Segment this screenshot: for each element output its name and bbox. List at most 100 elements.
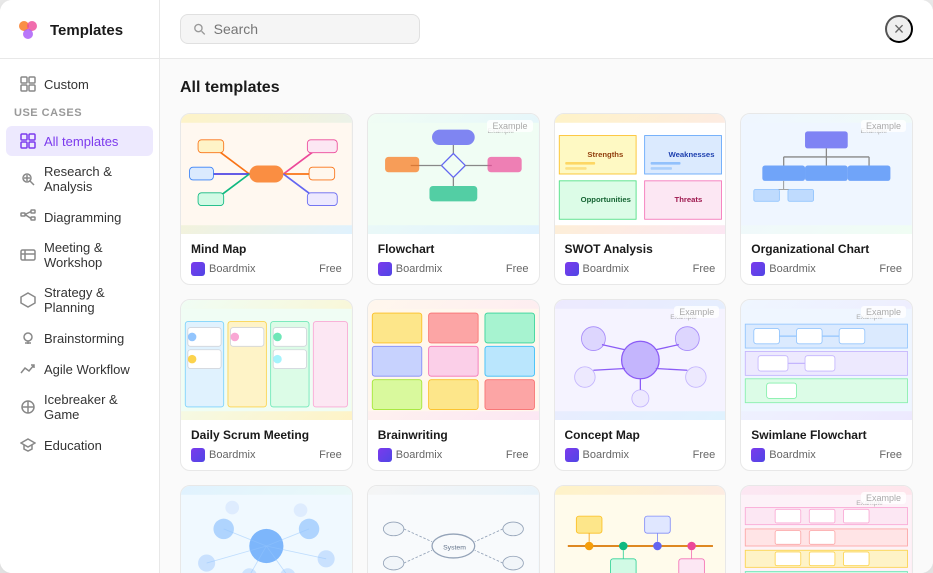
template-card-swot-analysis[interactable]: Strengths Weaknesses Opportunities Threa… bbox=[554, 113, 727, 285]
template-card-swimlane[interactable]: Example Example Swimlane Flowchart Board… bbox=[740, 299, 913, 471]
nav-icon-agile-workflow bbox=[20, 361, 36, 377]
card-name-swot-analysis: SWOT Analysis bbox=[565, 242, 716, 256]
boardmix-logo-icon-swot-analysis bbox=[565, 262, 579, 276]
app-logo-icon bbox=[14, 16, 42, 44]
card-name-swimlane: Swimlane Flowchart bbox=[751, 428, 902, 442]
nav-label-research-analysis: Research & Analysis bbox=[44, 164, 139, 194]
sidebar-item-strategy-planning[interactable]: Strategy & Planning bbox=[6, 278, 153, 322]
sidebar-item-research-analysis[interactable]: Research & Analysis bbox=[6, 157, 153, 201]
provider-name-swimlane: Boardmix bbox=[769, 449, 815, 461]
sidebar-header: Templates bbox=[0, 16, 159, 59]
nav-icon-research-analysis bbox=[20, 171, 36, 187]
card-meta-swimlane: Boardmix Free bbox=[751, 448, 902, 462]
svg-text:Weaknesses: Weaknesses bbox=[668, 150, 714, 159]
card-preview-daily-scrum bbox=[181, 300, 352, 420]
template-card-timeline[interactable]: Timeline Boardmix Free bbox=[554, 485, 727, 573]
nav-label-diagramming: Diagramming bbox=[44, 210, 121, 225]
card-meta-org-chart: Boardmix Free bbox=[751, 262, 902, 276]
sidebar-item-diagramming[interactable]: Diagramming bbox=[6, 202, 153, 232]
nav-items-list: All templates Research & Analysis Diagramm… bbox=[0, 125, 159, 461]
nav-label-meeting-workshop: Meeting & Workshop bbox=[44, 240, 139, 270]
sidebar-item-brainstorming[interactable]: Brainstorming bbox=[6, 323, 153, 353]
card-info-flowchart: Flowchart Boardmix Free bbox=[368, 234, 539, 284]
example-label-flowchart: Example bbox=[487, 120, 532, 132]
price-badge-daily-scrum: Free bbox=[319, 449, 342, 461]
provider-name-brainwriting: Boardmix bbox=[396, 449, 442, 461]
sidebar-item-agile-workflow[interactable]: Agile Workflow bbox=[6, 354, 153, 384]
nav-label-strategy-planning: Strategy & Planning bbox=[44, 285, 139, 315]
price-badge-swimlane: Free bbox=[879, 449, 902, 461]
price-badge-brainwriting: Free bbox=[506, 449, 529, 461]
templates-scroll-area[interactable]: All templates Mind Map bbox=[160, 59, 933, 573]
provider-name-mind-map: Boardmix bbox=[209, 263, 255, 275]
card-info-swimlane: Swimlane Flowchart Boardmix Free bbox=[741, 420, 912, 470]
search-input[interactable] bbox=[214, 21, 407, 37]
price-badge-concept-map: Free bbox=[693, 449, 716, 461]
svg-text:Strengths: Strengths bbox=[587, 150, 623, 159]
provider-name-daily-scrum: Boardmix bbox=[209, 449, 255, 461]
provider-badge-daily-scrum: Boardmix bbox=[191, 448, 255, 462]
template-card-org-chart[interactable]: Example Example Organizational Chart Boa… bbox=[740, 113, 913, 285]
card-name-brainwriting: Brainwriting bbox=[378, 428, 529, 442]
sidebar-item-icebreaker-game[interactable]: Icebreaker & Game bbox=[6, 385, 153, 429]
template-card-brainwriting[interactable]: Brainwriting Boardmix Free bbox=[367, 299, 540, 471]
custom-nav-item[interactable]: Custom bbox=[6, 69, 153, 99]
template-card-flowchart[interactable]: Example Example Flowchart Boardmix Free bbox=[367, 113, 540, 285]
main-header: × bbox=[160, 0, 933, 59]
boardmix-logo-icon-daily-scrum bbox=[191, 448, 205, 462]
card-meta-swot-analysis: Boardmix Free bbox=[565, 262, 716, 276]
template-card-uml-diagram[interactable]: System UML Use Case Diagram Boardmix Fre… bbox=[367, 485, 540, 573]
close-button[interactable]: × bbox=[885, 15, 913, 43]
card-info-mind-map: Mind Map Boardmix Free bbox=[181, 234, 352, 284]
nav-label-education: Education bbox=[44, 438, 102, 453]
provider-badge-swimlane: Boardmix bbox=[751, 448, 815, 462]
card-meta-mind-map: Boardmix Free bbox=[191, 262, 342, 276]
nav-label-brainstorming: Brainstorming bbox=[44, 331, 124, 346]
boardmix-logo-icon-flowchart bbox=[378, 262, 392, 276]
price-badge-swot-analysis: Free bbox=[693, 263, 716, 275]
templates-modal: Templates Custom Use cases All templates… bbox=[0, 0, 933, 573]
sidebar-title: Templates bbox=[50, 22, 123, 39]
custom-icon bbox=[20, 76, 36, 92]
template-card-bubble-map[interactable]: Bubble Map - Coffee Beans Boardmix Free bbox=[180, 485, 353, 573]
example-label-journey-map: Example bbox=[861, 492, 906, 504]
search-box[interactable] bbox=[180, 14, 420, 44]
card-meta-concept-map: Boardmix Free bbox=[565, 448, 716, 462]
card-preview-brainwriting bbox=[368, 300, 539, 420]
template-card-concept-map[interactable]: Example Example Concept Map Boardmix Fre… bbox=[554, 299, 727, 471]
card-preview-bubble-map bbox=[181, 486, 352, 573]
nav-icon-brainstorming bbox=[20, 330, 36, 346]
template-card-journey-map[interactable]: Example Example Customer Journey Map Boa… bbox=[740, 485, 913, 573]
template-card-mind-map[interactable]: Mind Map Boardmix Free bbox=[180, 113, 353, 285]
card-info-concept-map: Concept Map Boardmix Free bbox=[555, 420, 726, 470]
card-preview-swot-analysis: Strengths Weaknesses Opportunities Threa… bbox=[555, 114, 726, 234]
provider-badge-swot-analysis: Boardmix bbox=[565, 262, 629, 276]
section-title: All templates bbox=[180, 79, 913, 97]
svg-text:System: System bbox=[443, 544, 466, 551]
sidebar-item-education[interactable]: Education bbox=[6, 430, 153, 460]
card-preview-mind-map bbox=[181, 114, 352, 234]
boardmix-logo-icon-org-chart bbox=[751, 262, 765, 276]
sidebar-item-meeting-workshop[interactable]: Meeting & Workshop bbox=[6, 233, 153, 277]
provider-name-swot-analysis: Boardmix bbox=[583, 263, 629, 275]
card-preview-flowchart: Example Example bbox=[368, 114, 539, 234]
boardmix-logo-icon-brainwriting bbox=[378, 448, 392, 462]
nav-icon-meeting-workshop bbox=[20, 247, 36, 263]
templates-grid: Mind Map Boardmix Free Example E bbox=[180, 113, 913, 573]
svg-text:Threats: Threats bbox=[674, 195, 702, 204]
provider-badge-concept-map: Boardmix bbox=[565, 448, 629, 462]
price-badge-mind-map: Free bbox=[319, 263, 342, 275]
card-meta-flowchart: Boardmix Free bbox=[378, 262, 529, 276]
price-badge-org-chart: Free bbox=[879, 263, 902, 275]
card-info-brainwriting: Brainwriting Boardmix Free bbox=[368, 420, 539, 470]
example-label-org-chart: Example bbox=[861, 120, 906, 132]
example-label-concept-map: Example bbox=[674, 306, 719, 318]
card-name-concept-map: Concept Map bbox=[565, 428, 716, 442]
provider-name-flowchart: Boardmix bbox=[396, 263, 442, 275]
template-card-daily-scrum[interactable]: Daily Scrum Meeting Boardmix Free bbox=[180, 299, 353, 471]
nav-icon-all-templates bbox=[20, 133, 36, 149]
provider-name-org-chart: Boardmix bbox=[769, 263, 815, 275]
card-name-daily-scrum: Daily Scrum Meeting bbox=[191, 428, 342, 442]
sidebar: Templates Custom Use cases All templates… bbox=[0, 0, 160, 573]
sidebar-item-all-templates[interactable]: All templates bbox=[6, 126, 153, 156]
